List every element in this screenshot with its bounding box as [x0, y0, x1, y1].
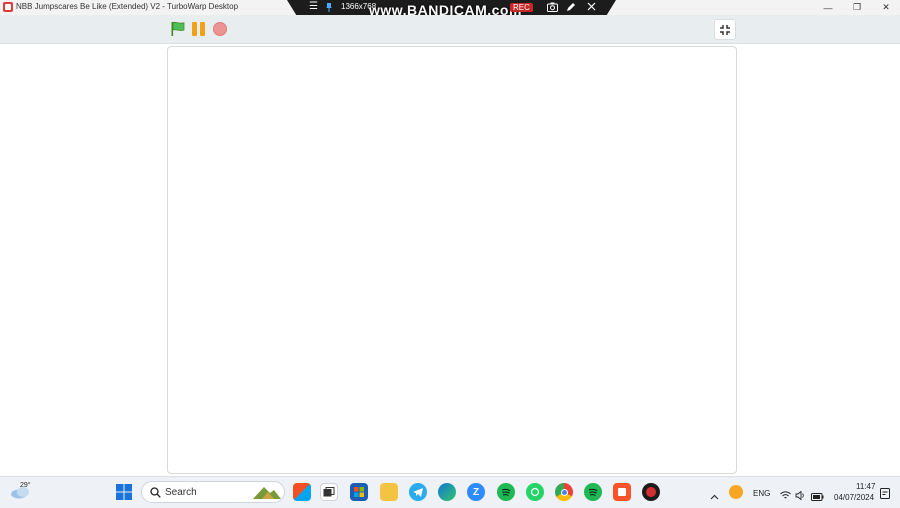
camera-icon[interactable] [547, 2, 558, 14]
spotify-icon[interactable] [497, 483, 515, 501]
clock-date[interactable]: 04/07/2024 [834, 493, 874, 502]
pin-icon[interactable] [326, 3, 332, 12]
volume-icon[interactable] [795, 487, 805, 505]
spotify-icon-2[interactable] [584, 483, 602, 501]
chrome-icon[interactable] [555, 483, 573, 501]
battery-icon[interactable] [811, 488, 824, 506]
notification-icon[interactable] [880, 486, 890, 504]
close-button[interactable]: ✕ [872, 0, 900, 15]
green-flag-icon[interactable] [170, 21, 186, 37]
bandicam-taskbar-icon[interactable] [642, 483, 660, 501]
exit-fullscreen-icon [720, 24, 730, 35]
weather-temperature: 29° [20, 482, 31, 489]
pause-icon-bar-left [192, 22, 197, 36]
minimize-button[interactable]: — [814, 0, 842, 15]
close-recorder-icon[interactable] [587, 2, 596, 13]
restore-button[interactable]: ❐ [843, 0, 871, 15]
show-hidden-icons[interactable] [710, 487, 719, 505]
search-label: Search [165, 487, 197, 498]
language-indicator[interactable]: ENG [753, 489, 770, 498]
file-explorer-icon[interactable] [380, 483, 398, 501]
player-toolbar [0, 15, 900, 44]
pause-button[interactable] [192, 22, 206, 36]
window-title: NBB Jumpscares Be Like (Extended) V2 - T… [16, 2, 239, 11]
copilot-icon[interactable] [293, 483, 311, 501]
bandicam-menu-icon[interactable]: ☰ [309, 1, 318, 12]
zoom-icon[interactable]: Z [467, 483, 485, 501]
microsoft-store-icon[interactable] [350, 483, 368, 501]
task-view-icon[interactable] [320, 483, 338, 501]
clock-time[interactable]: 11:47 [856, 482, 875, 491]
search-icon [150, 487, 161, 498]
turbowarp-app-icon [3, 2, 13, 12]
wifi-icon[interactable] [780, 487, 791, 505]
edge-icon[interactable] [438, 483, 456, 501]
exit-fullscreen-button[interactable] [714, 19, 736, 40]
search-highlight-icon [253, 487, 281, 499]
rec-badge[interactable]: REC [510, 3, 533, 12]
stop-icon[interactable] [213, 22, 227, 36]
windows-start-icon[interactable] [116, 484, 132, 500]
pause-icon-bar-right [200, 22, 205, 36]
project-stage[interactable] [167, 46, 737, 474]
update-icon[interactable] [729, 485, 743, 499]
pencil-icon[interactable] [566, 2, 576, 14]
whatsapp-icon[interactable] [526, 483, 544, 501]
turbowarp-taskbar-icon[interactable] [613, 483, 631, 501]
taskbar-search[interactable]: Search [141, 481, 285, 503]
telegram-icon[interactable] [409, 483, 427, 501]
